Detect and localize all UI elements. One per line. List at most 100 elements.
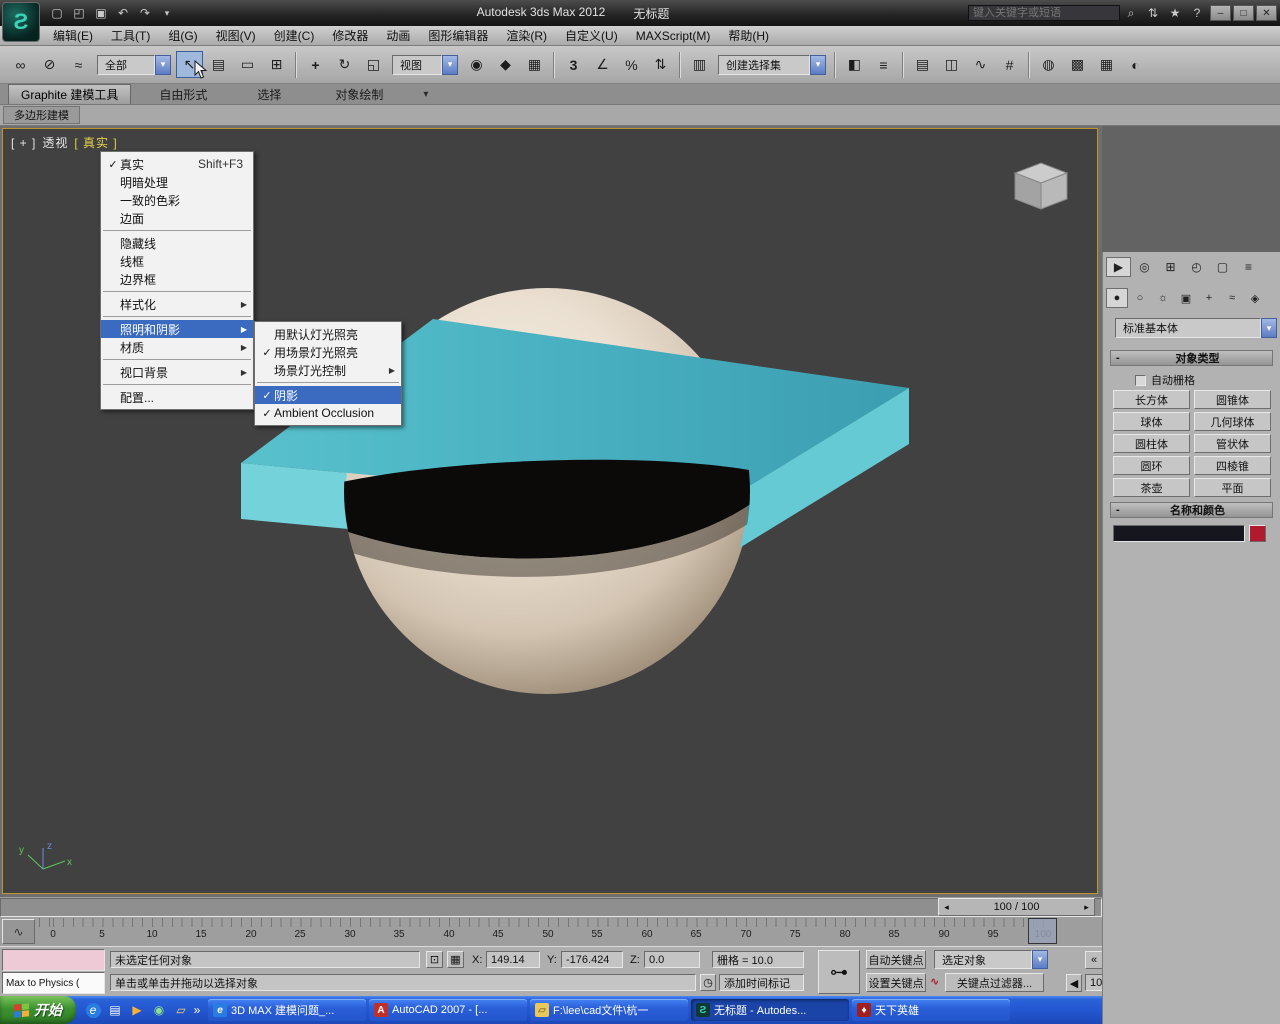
object-button-cone[interactable]: 圆锥体: [1194, 390, 1271, 409]
layer-manager-icon[interactable]: ▤: [909, 51, 936, 78]
snaps-toggle-icon[interactable]: 3: [560, 51, 587, 78]
quicklaunch-folder-icon[interactable]: ▱: [172, 1001, 190, 1019]
application-logo[interactable]: Ƨ: [2, 2, 40, 42]
time-slider-prev-icon[interactable]: ◂: [939, 899, 954, 915]
tab-display[interactable]: ▢: [1210, 257, 1235, 277]
maximize-button[interactable]: □: [1233, 5, 1254, 21]
rendered-frame-window-icon[interactable]: ▦: [1093, 51, 1120, 78]
panel-polygon-modeling[interactable]: 多边形建模: [3, 106, 80, 124]
object-button-teapot[interactable]: 茶壶: [1113, 478, 1190, 497]
bind-to-space-warp-icon[interactable]: ≈: [65, 51, 92, 78]
quick-access-dropdown-icon[interactable]: ▾: [156, 3, 178, 23]
maxscript-mini-listener-white[interactable]: Max to Physics (: [2, 972, 105, 994]
menu-tools[interactable]: 工具(T): [102, 26, 159, 46]
category-lights-icon[interactable]: ☼: [1152, 288, 1174, 308]
menu-create[interactable]: 创建(C): [265, 26, 324, 46]
menu-rendering[interactable]: 渲染(R): [497, 26, 556, 46]
window-crossing-icon[interactable]: ⊞: [263, 51, 290, 78]
tab-graphite-modeling[interactable]: Graphite 建模工具: [8, 84, 131, 104]
track-bar-ruler[interactable]: 0 5 10 15 20 25 30 35 40 45 50 55 60 65 …: [38, 918, 1102, 945]
object-button-sphere[interactable]: 球体: [1113, 412, 1190, 431]
new-file-icon[interactable]: ▢: [46, 3, 68, 23]
tab-motion[interactable]: ◴: [1184, 257, 1209, 277]
menu-item-bounding-box[interactable]: 边界框: [101, 270, 253, 288]
communication-center-icon[interactable]: ⇅: [1142, 3, 1164, 23]
use-pivot-point-icon[interactable]: ◉: [463, 51, 490, 78]
minimize-button[interactable]: –: [1210, 5, 1231, 21]
tab-freeform[interactable]: 自由形式: [147, 84, 219, 104]
quicklaunch-media-player-icon[interactable]: ▶: [128, 1001, 146, 1019]
object-button-box[interactable]: 长方体: [1113, 390, 1190, 409]
submenu-item-default-lights[interactable]: 用默认灯光照亮: [255, 325, 401, 343]
category-helpers-icon[interactable]: +: [1198, 288, 1220, 308]
menu-modifiers[interactable]: 修改器: [323, 26, 377, 46]
selection-lock-icon[interactable]: ⊡: [426, 951, 443, 968]
select-and-manipulate-icon[interactable]: ◆: [492, 51, 519, 78]
schematic-view-icon[interactable]: #: [996, 51, 1023, 78]
time-slider-track[interactable]: [0, 898, 1102, 917]
menu-item-lighting-shadows[interactable]: 照明和阴影▶: [101, 320, 253, 338]
menu-edit[interactable]: 编辑(E): [44, 26, 102, 46]
taskbar-task-browser[interactable]: e 3D MAX 建模问题_...: [208, 999, 366, 1021]
favorites-icon[interactable]: ★: [1164, 3, 1186, 23]
x-coordinate-field[interactable]: 149.14: [486, 951, 540, 968]
menu-graph-editors[interactable]: 图形编辑器: [419, 26, 497, 46]
taskbar-task-3dsmax[interactable]: Ƨ 无标题 - Autodes...: [691, 999, 849, 1021]
select-and-rotate-icon[interactable]: ↻: [331, 51, 358, 78]
menu-item-wireframe[interactable]: 线框: [101, 252, 253, 270]
tab-selection[interactable]: 选择: [245, 84, 293, 104]
ribbon-minimize-icon[interactable]: ▾: [423, 89, 428, 100]
menu-item-consistent-colors[interactable]: 一致的色彩: [101, 191, 253, 209]
render-setup-icon[interactable]: ▩: [1064, 51, 1091, 78]
reference-coordinate-arrow-icon[interactable]: ▾: [442, 55, 458, 75]
object-name-field[interactable]: [1113, 525, 1245, 542]
key-filters-button[interactable]: 关键点过滤器...: [945, 973, 1044, 992]
start-button[interactable]: 开始: [0, 996, 76, 1024]
search-icon[interactable]: ⌕: [1120, 3, 1142, 23]
taskbar-task-game[interactable]: ♦ 天下英雄: [852, 999, 1010, 1021]
viewport-menu-general[interactable]: [ + ]: [11, 136, 36, 150]
spinner-snap-icon[interactable]: ⇅: [647, 51, 674, 78]
rollout-object-type[interactable]: - 对象类型: [1110, 350, 1273, 366]
menu-item-edged-faces[interactable]: 边面: [101, 209, 253, 227]
quicklaunch-overflow-icon[interactable]: »: [192, 1001, 202, 1019]
tab-modify[interactable]: ◎: [1132, 257, 1157, 277]
menu-item-materials[interactable]: 材质▶: [101, 338, 253, 356]
tab-hierarchy[interactable]: ⊞: [1158, 257, 1183, 277]
tab-object-paint[interactable]: 对象绘制: [323, 84, 395, 104]
object-button-cylinder[interactable]: 圆柱体: [1113, 434, 1190, 453]
object-button-pyramid[interactable]: 四棱锥: [1194, 456, 1271, 475]
submenu-item-scene-light-control[interactable]: 场景灯光控制▶: [255, 361, 401, 379]
menu-views[interactable]: 视图(V): [207, 26, 265, 46]
graphite-ribbon-toggle-icon[interactable]: ◫: [938, 51, 965, 78]
submenu-item-scene-lights[interactable]: ✓用场景灯光照亮: [255, 343, 401, 361]
open-file-icon[interactable]: ◰: [68, 3, 90, 23]
category-cameras-icon[interactable]: ▣: [1175, 288, 1197, 308]
help-icon[interactable]: ?: [1186, 3, 1208, 23]
time-slider-next-icon[interactable]: ▸: [1079, 899, 1094, 915]
add-time-tag-field[interactable]: 添加时间标记: [719, 974, 804, 991]
rectangular-selection-region-icon[interactable]: ▭: [234, 51, 261, 78]
menu-animation[interactable]: 动画: [377, 26, 419, 46]
select-and-link-icon[interactable]: ∞: [7, 51, 34, 78]
set-key-button[interactable]: 设置关键点: [866, 973, 926, 992]
submenu-item-ambient-occlusion[interactable]: ✓Ambient Occlusion: [255, 404, 401, 422]
auto-key-button[interactable]: 自动关键点: [866, 950, 926, 969]
tab-utilities[interactable]: ≡: [1236, 257, 1261, 277]
selection-filter-arrow-icon[interactable]: ▾: [155, 55, 171, 75]
select-and-move-icon[interactable]: +: [302, 51, 329, 78]
category-geometry-icon[interactable]: ●: [1106, 288, 1128, 308]
key-mode-dropdown[interactable]: 选定对象 ▾: [934, 950, 1048, 969]
object-button-geosphere[interactable]: 几何球体: [1194, 412, 1271, 431]
time-tag-icon[interactable]: ◷: [700, 974, 716, 991]
object-color-swatch[interactable]: [1249, 525, 1266, 542]
menu-item-viewport-background[interactable]: 视口背景▶: [101, 363, 253, 381]
object-button-tube[interactable]: 管状体: [1194, 434, 1271, 453]
quicklaunch-show-desktop-icon[interactable]: ▤: [106, 1001, 124, 1019]
named-selection-sets-arrow-icon[interactable]: ▾: [810, 55, 826, 75]
object-button-torus[interactable]: 圆环: [1113, 456, 1190, 475]
keyboard-shortcut-override-icon[interactable]: ▦: [521, 51, 548, 78]
mini-curve-editor-button[interactable]: ∿: [2, 919, 35, 944]
close-button[interactable]: ✕: [1256, 5, 1277, 21]
menu-item-hidden-line[interactable]: 隐藏线: [101, 234, 253, 252]
